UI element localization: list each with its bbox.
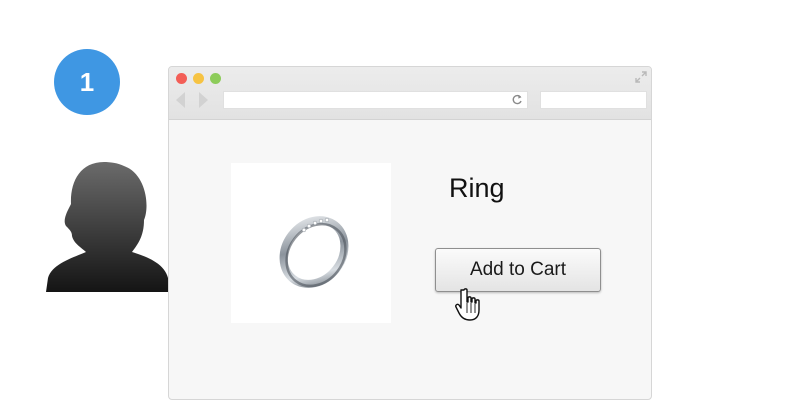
browser-window: Ring Add to Cart [168, 66, 652, 400]
close-window-button[interactable] [176, 73, 187, 84]
step-badge: 1 [54, 49, 120, 115]
product-image [231, 163, 391, 323]
add-to-cart-button[interactable]: Add to Cart [435, 248, 601, 292]
step-number: 1 [79, 66, 95, 97]
address-bar[interactable] [223, 91, 528, 109]
forward-icon[interactable] [196, 91, 210, 109]
browser-toolbar [169, 67, 651, 120]
ring-icon [279, 216, 349, 288]
search-field[interactable] [540, 91, 647, 109]
zoom-window-button[interactable] [210, 73, 221, 84]
user-silhouette-icon [46, 162, 170, 292]
product-title: Ring [449, 173, 505, 203]
back-icon[interactable] [174, 91, 188, 109]
reload-icon[interactable] [511, 94, 523, 106]
fullscreen-icon[interactable] [635, 71, 647, 83]
hand-pointer-icon [455, 288, 480, 321]
minimize-window-button[interactable] [193, 73, 204, 84]
